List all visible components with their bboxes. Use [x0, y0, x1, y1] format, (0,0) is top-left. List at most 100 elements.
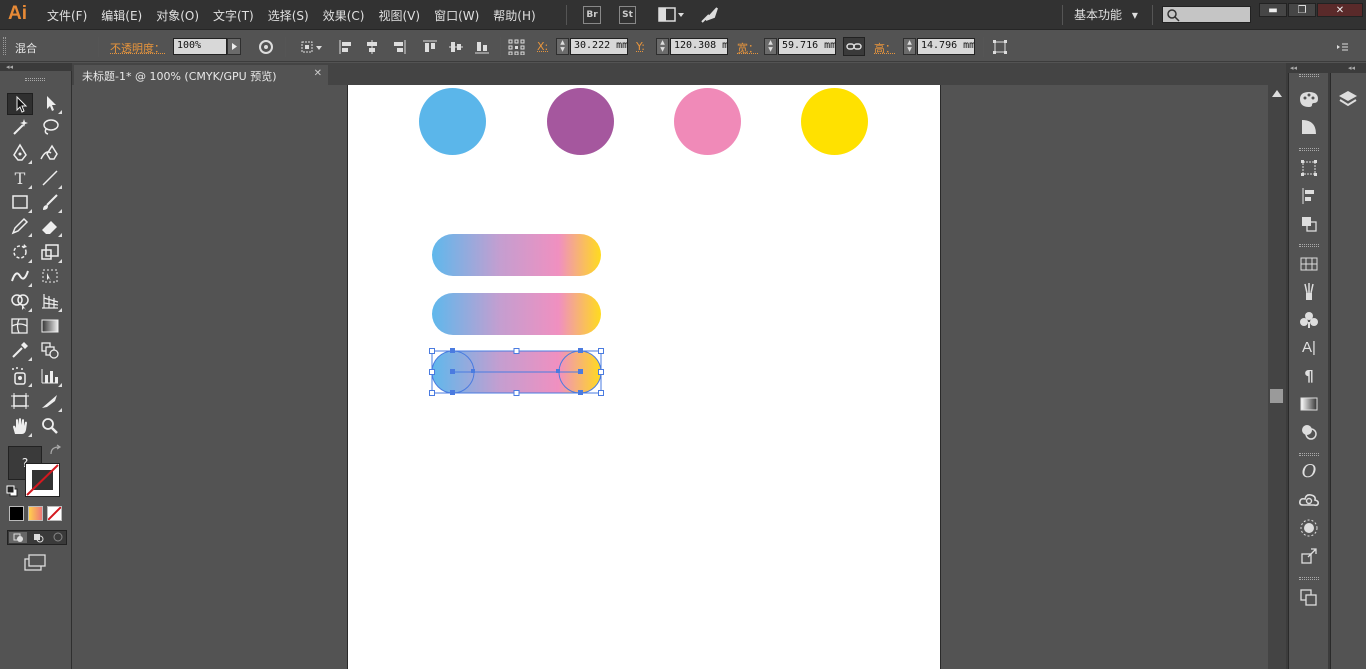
restore-button[interactable]: ❐: [1288, 3, 1316, 17]
menu-file[interactable]: 文件(F): [40, 7, 94, 24]
artboard[interactable]: [347, 85, 941, 669]
selection-bounding-box[interactable]: [428, 347, 606, 397]
width-input[interactable]: 59.716 mm: [778, 38, 836, 55]
symbol-sprayer-tool[interactable]: [7, 366, 33, 388]
magic-wand-tool[interactable]: [7, 117, 33, 139]
character-panel-button[interactable]: A|: [1297, 337, 1321, 359]
height-label[interactable]: 高：: [874, 40, 896, 56]
menu-object[interactable]: 对象(O): [149, 7, 206, 24]
opacity-input[interactable]: 100%: [173, 38, 227, 55]
resize-handle-sw[interactable]: [429, 390, 435, 396]
opentype-panel-button[interactable]: O: [1297, 461, 1321, 483]
screen-mode-button[interactable]: [22, 553, 48, 573]
artboards-panel-button[interactable]: [1297, 587, 1321, 609]
menu-view[interactable]: 视图(V): [371, 7, 427, 24]
paintbrush-tool[interactable]: [37, 192, 63, 214]
panel-grip[interactable]: [1299, 244, 1319, 247]
gradient-panel-button[interactable]: [1297, 393, 1321, 415]
artboard-tool[interactable]: [7, 391, 33, 413]
tools-panel-grip[interactable]: [25, 78, 45, 81]
yellow-circle[interactable]: [801, 88, 868, 155]
tools-panel-header[interactable]: ◂◂: [0, 63, 72, 71]
line-tool[interactable]: [37, 168, 63, 190]
color-mode-button[interactable]: [9, 506, 24, 521]
gradient-mode-button[interactable]: [28, 506, 43, 521]
collapse-icon[interactable]: ◂◂: [1348, 64, 1355, 72]
anchor-point[interactable]: [578, 390, 583, 395]
reference-point-button[interactable]: [508, 39, 526, 56]
menu-window[interactable]: 窗口(W): [427, 7, 486, 24]
blend-tool[interactable]: [37, 340, 63, 362]
search-input[interactable]: [1162, 6, 1251, 23]
anchor-point[interactable]: [450, 390, 455, 395]
libraries-panel-button[interactable]: [1297, 489, 1321, 511]
brushes-panel-button[interactable]: [1297, 281, 1321, 303]
eyedropper-tool[interactable]: [7, 340, 33, 362]
close-icon[interactable]: ✕: [314, 68, 322, 79]
scroll-up-icon[interactable]: [1272, 90, 1282, 97]
lasso-tool[interactable]: [37, 117, 63, 139]
resize-handle-n[interactable]: [513, 348, 520, 354]
perspective-grid-tool[interactable]: [37, 291, 63, 313]
draw-behind-button[interactable]: [29, 532, 47, 543]
y-input[interactable]: 120.308 m: [670, 38, 728, 55]
minimize-button[interactable]: ▬: [1259, 3, 1287, 17]
zoom-tool[interactable]: [37, 416, 63, 438]
gradient-pill[interactable]: [432, 293, 601, 335]
eraser-tool[interactable]: [37, 216, 63, 238]
panel-grip[interactable]: [1299, 74, 1319, 77]
mesh-tool[interactable]: [7, 316, 33, 338]
transform-panel-button[interactable]: [1297, 157, 1321, 179]
recolor-artwork-button[interactable]: [258, 39, 274, 55]
selection-tool[interactable]: [7, 93, 33, 115]
slice-tool[interactable]: [37, 391, 63, 413]
pencil-tool[interactable]: [7, 216, 33, 238]
width-label[interactable]: 宽：: [737, 40, 759, 56]
color-guide-panel-button[interactable]: [1297, 116, 1321, 138]
resize-handle-se[interactable]: [598, 390, 604, 396]
draw-normal-button[interactable]: [9, 532, 27, 543]
align-right-button[interactable]: [391, 39, 407, 55]
menu-help[interactable]: 帮助(H): [486, 7, 542, 24]
stock-button[interactable]: St: [619, 6, 636, 24]
control-bar-grip[interactable]: [3, 37, 6, 55]
opacity-dropdown-button[interactable]: [227, 38, 241, 55]
align-middle-button[interactable]: [448, 39, 464, 55]
control-panel-menu-button[interactable]: [1334, 39, 1350, 55]
none-mode-button[interactable]: [47, 506, 62, 521]
height-input[interactable]: 14.796 mm: [917, 38, 975, 55]
rotate-tool[interactable]: [7, 242, 33, 264]
hand-tool[interactable]: [7, 416, 33, 438]
resize-handle-ne[interactable]: [598, 348, 604, 354]
export-panel-button[interactable]: [1297, 545, 1321, 567]
bridge-button[interactable]: Br: [583, 6, 601, 24]
appearance-panel-button[interactable]: [1297, 517, 1321, 539]
canvas-area[interactable]: [72, 85, 1268, 669]
align-to-button[interactable]: [300, 39, 324, 55]
workspace-switcher[interactable]: 基本功能 ▾: [1074, 6, 1138, 23]
default-fill-stroke-button[interactable]: [6, 485, 18, 497]
x-input[interactable]: 30.222 mm: [570, 38, 628, 55]
align-top-button[interactable]: [422, 39, 438, 55]
align-bottom-button[interactable]: [474, 39, 490, 55]
scale-tool[interactable]: [37, 242, 63, 264]
curvature-tool[interactable]: [37, 143, 63, 165]
swap-fill-stroke-button[interactable]: [49, 444, 63, 456]
transform-panel-button[interactable]: [992, 39, 1008, 55]
free-transform-tool[interactable]: [37, 266, 63, 288]
color-panel-button[interactable]: [1297, 88, 1321, 110]
purple-circle[interactable]: [547, 88, 614, 155]
blue-circle[interactable]: [419, 88, 486, 155]
align-left-button[interactable]: [338, 39, 354, 55]
gpu-performance-button[interactable]: [700, 6, 720, 24]
resize-handle-nw[interactable]: [429, 348, 435, 354]
layers-panel-button[interactable]: [1336, 88, 1360, 110]
gradient-tool[interactable]: [37, 316, 63, 338]
transparency-panel-button[interactable]: [1297, 421, 1321, 443]
swatches-panel-button[interactable]: [1297, 253, 1321, 275]
column-graph-tool[interactable]: [37, 366, 63, 388]
symbols-panel-button[interactable]: [1297, 309, 1321, 331]
resize-handle-e[interactable]: [598, 369, 604, 375]
align-center-button[interactable]: [364, 39, 380, 55]
rectangle-tool[interactable]: [7, 192, 33, 214]
